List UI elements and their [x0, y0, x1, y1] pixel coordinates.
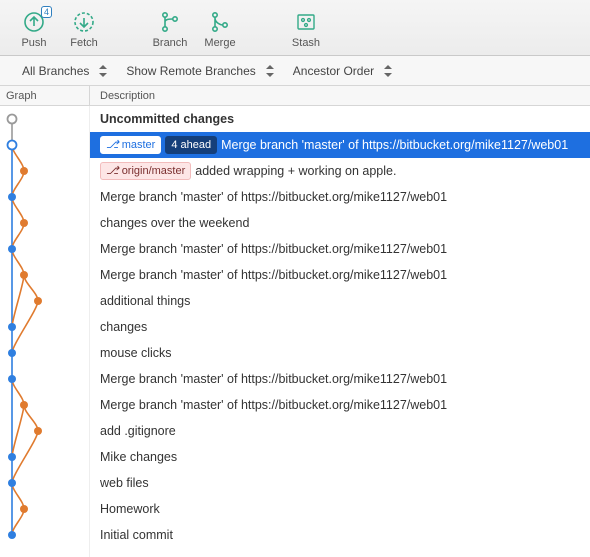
local-branch-tag: ⎇master [100, 136, 161, 154]
remote-branch-name: origin/master [122, 164, 186, 178]
column-header-description[interactable]: Description [90, 86, 590, 105]
commit-row[interactable]: changes over the weekend [90, 210, 590, 236]
push-button[interactable]: 4 Push [14, 10, 54, 49]
commit-row[interactable]: Homework [90, 496, 590, 522]
updown-icon [266, 65, 275, 77]
merge-label: Merge [204, 37, 235, 49]
fetch-button[interactable]: Fetch [64, 10, 104, 49]
commit-row[interactable]: changes [90, 314, 590, 340]
column-headers: Graph Description [0, 86, 590, 106]
commit-row[interactable]: Merge branch 'master' of https://bitbuck… [90, 184, 590, 210]
updown-icon [384, 65, 393, 77]
column-header-graph[interactable]: Graph [0, 86, 90, 105]
updown-icon [99, 65, 108, 77]
commit-row[interactable]: mouse clicks [90, 340, 590, 366]
commit-list: Uncommitted changes ⎇master 4 ahead Merge … [0, 106, 590, 557]
commit-message: mouse clicks [100, 346, 172, 360]
ahead-label: 4 ahead [171, 138, 211, 152]
commit-message: added wrapping + working on apple. [195, 164, 396, 178]
fetch-label: Fetch [70, 37, 98, 49]
commit-message: add .gitignore [100, 424, 176, 438]
commit-row[interactable]: web files [90, 470, 590, 496]
branch-icon: ⎇ [106, 164, 119, 178]
commit-message: Initial commit [100, 528, 173, 542]
push-badge: 4 [41, 6, 52, 18]
commit-row[interactable]: Merge branch 'master' of https://bitbuck… [90, 392, 590, 418]
commit-row[interactable]: Merge branch 'master' of https://bitbuck… [90, 366, 590, 392]
toolbar-group-remote: 4 Push Fetch [6, 10, 112, 49]
toolbar-group-branch: Branch Merge [142, 10, 248, 49]
branch-icon: ⎇ [106, 138, 119, 152]
commit-message: web files [100, 476, 149, 490]
toolbar: 4 Push Fetch Branch [0, 0, 590, 56]
remote-filter-label: Show Remote Branches [126, 64, 255, 78]
stash-icon [294, 10, 318, 34]
ahead-tag: 4 ahead [165, 136, 217, 154]
push-icon: 4 [22, 10, 46, 34]
order-label: Ancestor Order [293, 64, 374, 78]
branch-icon [158, 10, 182, 34]
fetch-icon [72, 10, 96, 34]
stash-button[interactable]: Stash [286, 10, 326, 49]
commit-message: Merge branch 'master' of https://bitbuck… [100, 190, 447, 204]
commit-row[interactable]: Merge branch 'master' of https://bitbuck… [90, 262, 590, 288]
push-label: Push [21, 37, 46, 49]
commit-row[interactable]: Uncommitted changes [90, 106, 590, 132]
merge-icon [208, 10, 232, 34]
commit-message: Merge branch 'master' of https://bitbuck… [100, 268, 447, 282]
commit-message: Mike changes [100, 450, 177, 464]
commit-row[interactable]: Mike changes [90, 444, 590, 470]
commit-row[interactable]: ⎇master 4 ahead Merge branch 'master' of … [90, 132, 590, 158]
merge-button[interactable]: Merge [200, 10, 240, 49]
commit-message: additional things [100, 294, 190, 308]
commit-message: Merge branch 'master' of https://bitbuck… [221, 138, 568, 152]
commit-message: Homework [100, 502, 160, 516]
toolbar-group-stash: Stash [278, 10, 334, 49]
commit-row[interactable]: ⎇origin/master added wrapping + working … [90, 158, 590, 184]
commit-message: Merge branch 'master' of https://bitbuck… [100, 398, 447, 412]
commit-message: changes [100, 320, 147, 334]
order-dropdown[interactable]: Ancestor Order [293, 64, 393, 78]
stash-label: Stash [292, 37, 320, 49]
commit-message: Uncommitted changes [100, 112, 234, 126]
branch-label: Branch [153, 37, 188, 49]
branches-filter-label: All Branches [22, 64, 89, 78]
remote-filter-dropdown[interactable]: Show Remote Branches [126, 64, 274, 78]
branches-filter-dropdown[interactable]: All Branches [22, 64, 108, 78]
commit-message: Merge branch 'master' of https://bitbuck… [100, 242, 447, 256]
commit-message: changes over the weekend [100, 216, 249, 230]
local-branch-name: master [122, 138, 156, 152]
commit-message: Merge branch 'master' of https://bitbuck… [100, 372, 447, 386]
commit-row[interactable]: Initial commit [90, 522, 590, 548]
commit-row[interactable]: add .gitignore [90, 418, 590, 444]
filter-bar: All Branches Show Remote Branches Ancest… [0, 56, 590, 86]
commit-row[interactable]: Merge branch 'master' of https://bitbuck… [90, 236, 590, 262]
branch-button[interactable]: Branch [150, 10, 190, 49]
remote-branch-tag: ⎇origin/master [100, 162, 191, 180]
commit-row[interactable]: additional things [90, 288, 590, 314]
graph-column [0, 106, 90, 557]
